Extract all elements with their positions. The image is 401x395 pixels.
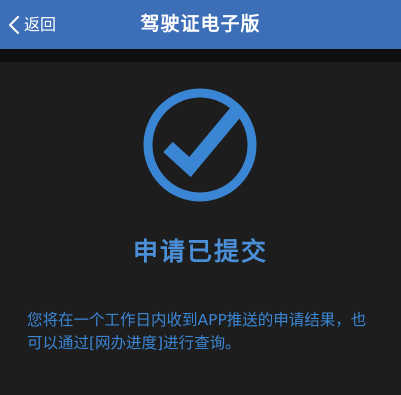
page-title: 驾驶证电子版 bbox=[140, 13, 261, 35]
status-message: 您将在一个工作日内收到APP推送的申请结果，也可以通过[网办进度]进行查询。 bbox=[27, 311, 367, 352]
app-screen: 返回 驾驶证电子版 申请已提交 您将在一个工作日内收到APP推送的申请结果，也可… bbox=[0, 0, 401, 395]
header-bar: 返回 驾驶证电子版 bbox=[0, 0, 401, 49]
checkmark-circle-icon bbox=[143, 88, 257, 202]
header-divider bbox=[0, 49, 401, 62]
status-title: 申请已提交 bbox=[132, 237, 268, 266]
